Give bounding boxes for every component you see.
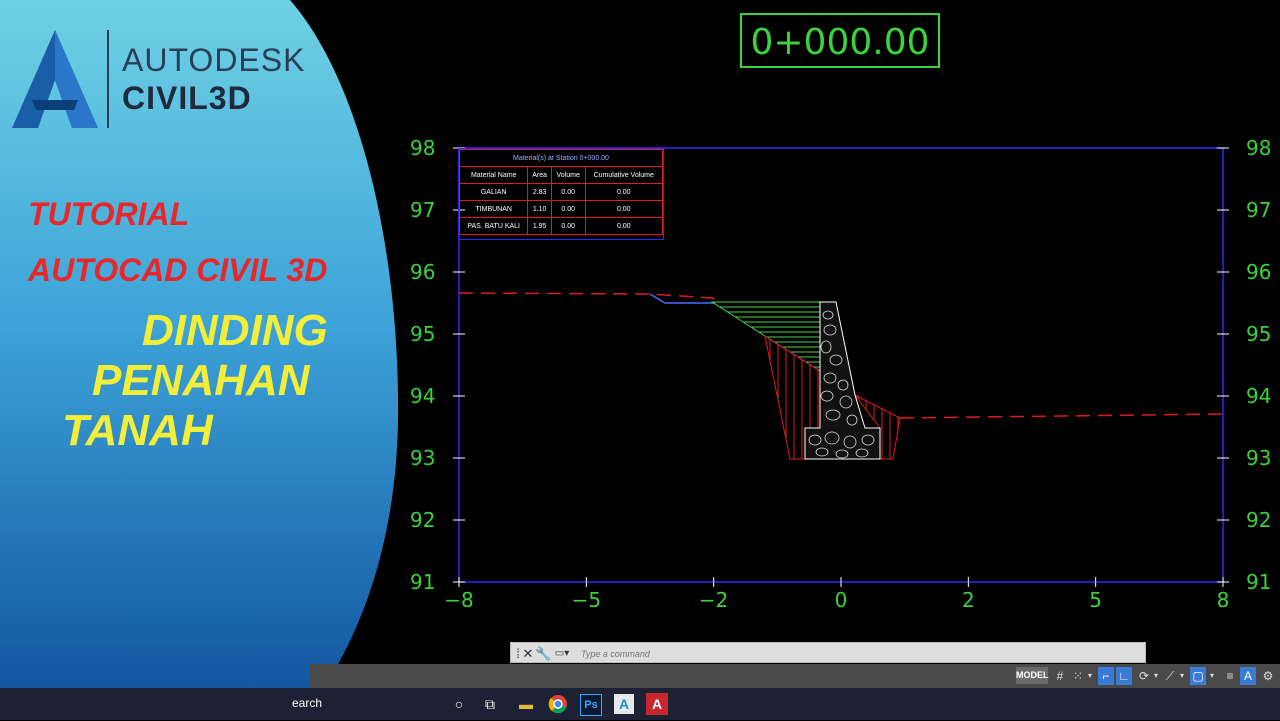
isometric-icon[interactable]: ⟋	[1162, 667, 1178, 685]
chrome-logo	[548, 695, 567, 714]
table-cell: PAS. BATU KALI	[458, 217, 529, 235]
table-cell: TIMBUNAN	[458, 200, 529, 218]
x-tick-label: 0	[834, 588, 848, 612]
table-header: Volume	[550, 166, 586, 184]
table-cell: 1.10	[527, 200, 552, 218]
grid-icon[interactable]: #	[1052, 667, 1068, 685]
x-tick-label: −2	[698, 588, 729, 612]
isometric-dropdown-icon[interactable]: ▾	[1178, 667, 1186, 685]
table-cell: 0.00	[550, 200, 586, 218]
command-line: ⁞ ✕ 🔧 ▭▾	[510, 642, 1146, 663]
snap-dropdown-icon[interactable]: ▾	[1086, 667, 1094, 685]
polar-dropdown-icon[interactable]: ▾	[1152, 667, 1160, 685]
object-snap-dropdown-icon[interactable]: ▾	[1208, 667, 1216, 685]
y-tick-label: 92	[1246, 508, 1272, 532]
promo-background	[0, 0, 399, 720]
file-explorer-icon[interactable]: ▬	[514, 692, 538, 716]
y-tick-label: 95	[1246, 322, 1272, 346]
table-cell: 0.00	[584, 183, 664, 201]
station-label: 0+000.00	[740, 13, 940, 68]
material-table-title: Material(s) at Station 0+000.00	[459, 149, 663, 167]
model-space-button[interactable]: MODEL	[1016, 667, 1049, 684]
taskbar: earch ○ ⧉ ▬ Ps A A	[0, 688, 1280, 720]
table-row: GALIAN 2.83 0.00 0.00	[458, 183, 664, 201]
y-tick-label: 96	[1246, 260, 1272, 284]
close-icon[interactable]: ✕	[521, 643, 535, 664]
status-bar: MODEL # ⁙ ▾ ⌐ ∟ ⟳ ▾ ⟋ ▾ ▢ ▾ ≡ A ⚙	[310, 664, 1280, 688]
y-tick-label: 98	[1246, 136, 1272, 160]
object-snap-tracking-icon[interactable]: ▢	[1190, 667, 1206, 685]
task-view-icon[interactable]: ⧉	[478, 692, 502, 716]
civil3d-app-icon[interactable]: A	[614, 694, 634, 714]
dynamic-input-icon[interactable]: ∟	[1116, 667, 1132, 685]
x-tick-label: 8	[1216, 588, 1230, 612]
material-table: Material(s) at Station 0+000.00 Material…	[458, 149, 664, 235]
table-header: Area	[527, 166, 552, 184]
x-tick-label: 2	[961, 588, 975, 612]
y-tick-label: 93	[1246, 446, 1272, 470]
table-cell: 2.83	[527, 183, 552, 201]
table-header: Cumulative Volume	[584, 166, 664, 184]
x-tick-label: −8	[444, 588, 474, 612]
autocad-app-icon[interactable]: A	[646, 693, 668, 715]
x-tick-label: 5	[1089, 588, 1103, 612]
photoshop-icon[interactable]: Ps	[580, 694, 602, 716]
snap-icon[interactable]: ⁙	[1070, 667, 1086, 685]
table-cell: GALIAN	[458, 183, 529, 201]
y-tick-label: 97	[1246, 198, 1272, 222]
command-history-icon[interactable]: ▭▾	[551, 643, 573, 664]
command-input[interactable]	[579, 645, 1143, 663]
x-tick-label: −5	[571, 588, 602, 612]
table-row: TIMBUNAN 1.10 0.00 0.00	[458, 200, 664, 218]
annotation-scale-icon[interactable]: A	[1240, 667, 1256, 685]
table-cell: 0.00	[584, 200, 664, 218]
table-cell: 0.00	[550, 183, 586, 201]
workspace-icon[interactable]: ⚙	[1260, 667, 1276, 685]
y-tick-label: 94	[1246, 384, 1272, 408]
taskbar-search[interactable]: earch	[292, 696, 322, 710]
chrome-icon[interactable]	[546, 692, 570, 716]
table-cell: 1.95	[527, 217, 552, 235]
cortana-icon[interactable]: ○	[447, 692, 471, 716]
infer-constraints-icon[interactable]: ⌐	[1098, 667, 1114, 685]
lineweight-icon[interactable]: ≡	[1222, 667, 1238, 685]
table-cell: 0.00	[550, 217, 586, 235]
polar-tracking-icon[interactable]: ⟳	[1136, 667, 1152, 685]
wrench-icon[interactable]: 🔧	[535, 643, 551, 664]
table-row: PAS. BATU KALI 1.95 0.00 0.00	[458, 217, 664, 235]
table-header: Material Name	[458, 166, 529, 184]
y-tick-label: 91	[1246, 570, 1272, 594]
table-cell: 0.00	[584, 217, 664, 235]
